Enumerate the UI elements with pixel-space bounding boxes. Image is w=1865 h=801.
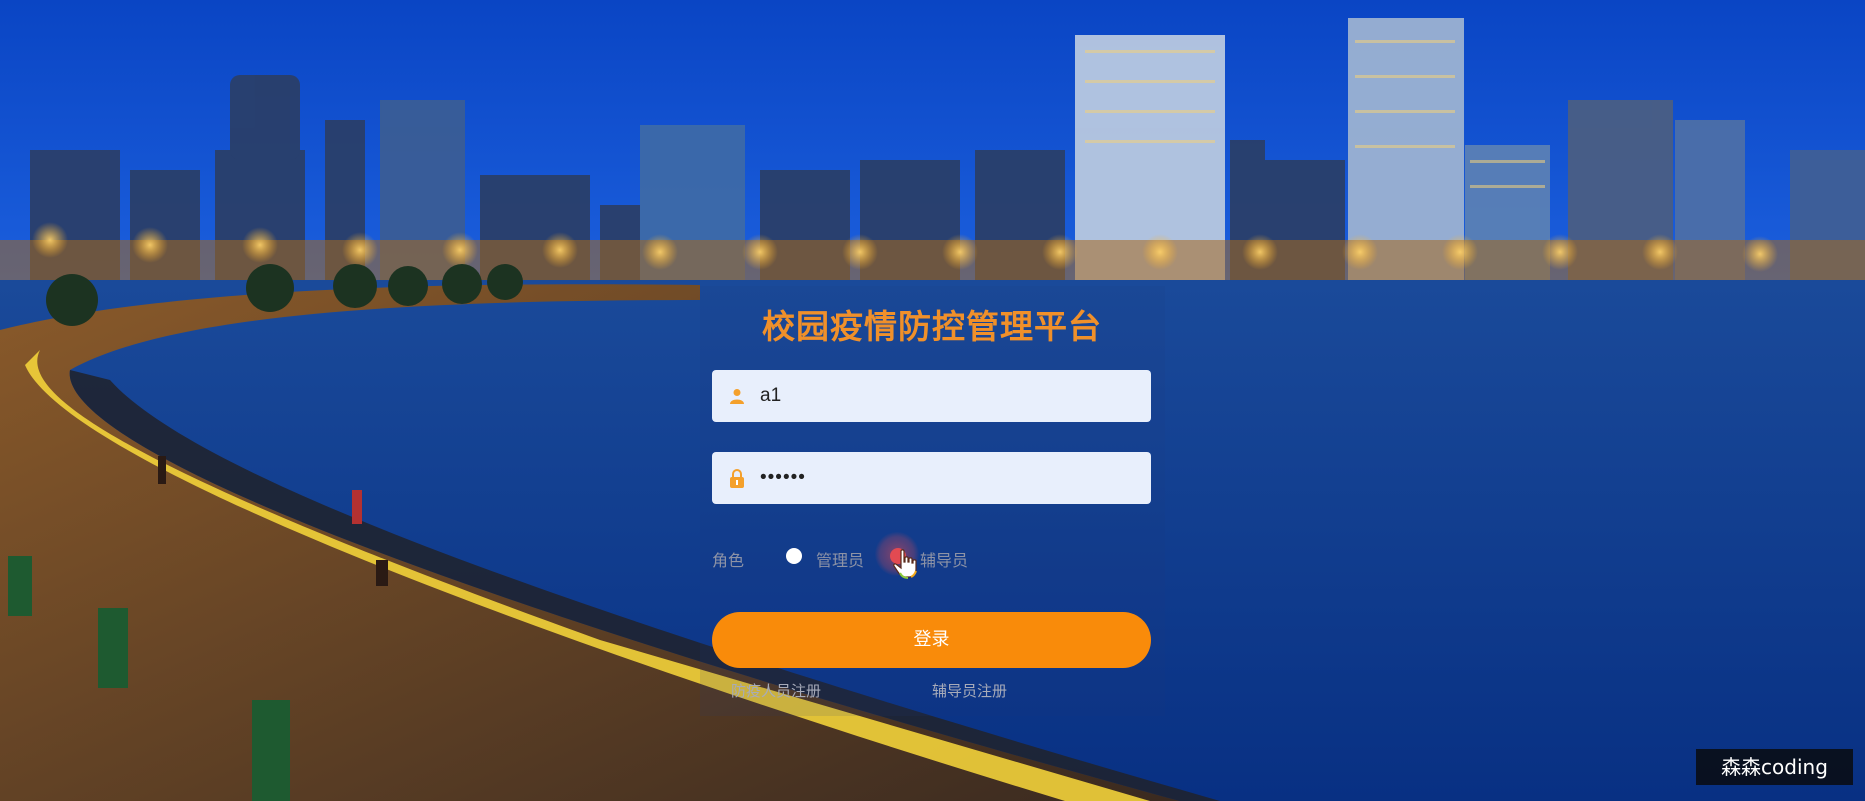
- login-button[interactable]: 登录: [712, 612, 1151, 668]
- login-page: 校园疫情防控管理平台 a1 •••••• 角色 管理员 辅导员 登录 防疫人员注…: [0, 0, 1865, 801]
- password-input[interactable]: ••••••: [760, 467, 806, 489]
- username-field[interactable]: a1: [712, 370, 1151, 422]
- register-counselor-link[interactable]: 辅导员注册: [932, 680, 1007, 701]
- role-option-label-admin[interactable]: 管理员: [816, 547, 864, 571]
- role-label: 角色: [712, 551, 745, 570]
- password-field[interactable]: ••••••: [712, 452, 1151, 504]
- watermark: 森森coding: [1696, 749, 1853, 785]
- role-option-label-counselor[interactable]: 辅导员: [920, 547, 968, 571]
- page-title: 校园疫情防控管理平台: [762, 307, 1102, 346]
- register-epidemic-staff-link[interactable]: 防疫人员注册: [731, 680, 821, 701]
- role-radio-admin[interactable]: [786, 548, 802, 564]
- user-icon: [726, 385, 748, 407]
- role-selector: 角色 管理员 辅导员: [712, 532, 1151, 579]
- username-input[interactable]: a1: [760, 385, 781, 407]
- lock-icon: [726, 467, 748, 489]
- hand-pointer-icon: [892, 549, 918, 579]
